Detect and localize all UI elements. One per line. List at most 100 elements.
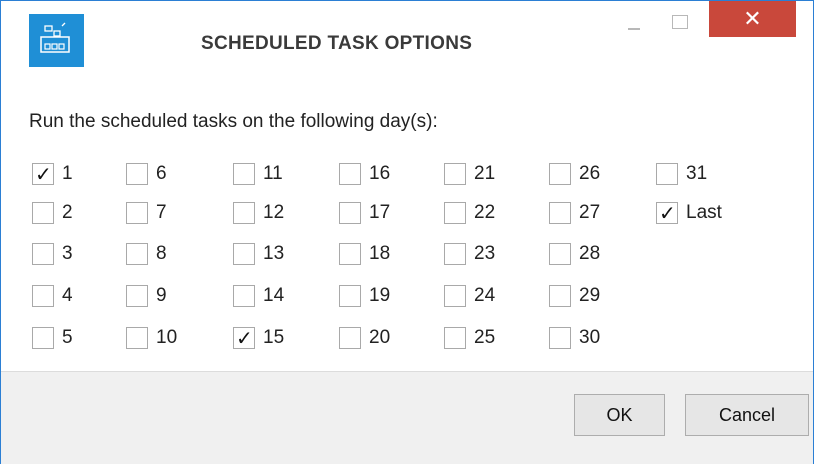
checkbox-box[interactable]: [233, 285, 255, 307]
day-label: 30: [579, 327, 601, 348]
day-label: 4: [62, 285, 73, 306]
maximize-icon: [672, 15, 688, 29]
day-label: 9: [156, 285, 167, 306]
day-label: 18: [369, 243, 391, 264]
day-checkbox-7[interactable]: 7: [126, 200, 167, 226]
day-label: 12: [263, 202, 285, 223]
checkbox-box[interactable]: [549, 285, 571, 307]
minimize-button[interactable]: [617, 1, 649, 37]
day-checkbox-27[interactable]: 27: [549, 200, 600, 226]
day-checkbox-14[interactable]: 14: [233, 283, 284, 309]
day-label: 21: [474, 163, 496, 184]
checkbox-box[interactable]: [233, 163, 255, 185]
checkbox-box[interactable]: [444, 285, 466, 307]
title-bar: SCHEDULED TASK OPTIONS ✕: [1, 1, 813, 91]
day-checkbox-10[interactable]: 10: [126, 325, 177, 351]
cancel-button[interactable]: Cancel: [685, 394, 809, 436]
day-label: 25: [474, 327, 496, 348]
day-checkbox-23[interactable]: 23: [444, 241, 495, 267]
day-checkbox-11[interactable]: 11: [233, 161, 283, 187]
checkbox-box[interactable]: [126, 202, 148, 224]
checkbox-box[interactable]: [444, 243, 466, 265]
dialog-title: SCHEDULED TASK OPTIONS: [201, 33, 473, 54]
close-button[interactable]: ✕: [709, 1, 796, 37]
day-label: 28: [579, 243, 601, 264]
day-label: Last: [686, 202, 722, 223]
day-label: 20: [369, 327, 391, 348]
checkbox-box[interactable]: [32, 327, 54, 349]
day-checkbox-21[interactable]: 21: [444, 161, 495, 187]
day-checkbox-29[interactable]: 29: [549, 283, 600, 309]
day-checkbox-5[interactable]: 5: [32, 325, 73, 351]
day-checkbox-25[interactable]: 25: [444, 325, 495, 351]
checkmark-icon: ✓: [35, 162, 52, 186]
day-checkbox-28[interactable]: 28: [549, 241, 600, 267]
day-checkbox-16[interactable]: 16: [339, 161, 390, 187]
day-label: 1: [62, 163, 73, 184]
day-checkbox-4[interactable]: 4: [32, 283, 73, 309]
button-bar: OK Cancel: [1, 371, 813, 464]
maximize-button[interactable]: [665, 1, 695, 37]
checkbox-box[interactable]: [339, 327, 361, 349]
instruction-label: Run the scheduled tasks on the following…: [29, 111, 438, 132]
day-checkbox-8[interactable]: 8: [126, 241, 167, 267]
checkbox-box[interactable]: [233, 243, 255, 265]
calendar-grid-icon: [29, 14, 84, 67]
day-checkbox-24[interactable]: 24: [444, 283, 495, 309]
checkbox-box[interactable]: [549, 202, 571, 224]
day-checkbox-17[interactable]: 17: [339, 200, 390, 226]
checkbox-box[interactable]: [444, 163, 466, 185]
checkbox-box[interactable]: ✓: [233, 326, 255, 350]
day-label: 11: [263, 163, 283, 184]
day-checkbox-2[interactable]: 2: [32, 200, 73, 226]
checkbox-box[interactable]: [549, 243, 571, 265]
checkbox-box[interactable]: [339, 202, 361, 224]
day-label: 2: [62, 202, 73, 223]
checkbox-box[interactable]: [549, 163, 571, 185]
day-label: 15: [263, 327, 285, 348]
ok-button[interactable]: OK: [574, 394, 665, 436]
minimize-icon: [628, 28, 640, 30]
checkmark-icon: ✓: [236, 326, 253, 350]
checkbox-box[interactable]: [656, 163, 678, 185]
dialog-window: SCHEDULED TASK OPTIONS ✕ Run the schedul…: [0, 0, 814, 464]
checkbox-box[interactable]: [444, 202, 466, 224]
day-checkbox-15[interactable]: ✓ 15: [233, 325, 284, 351]
checkbox-box[interactable]: [233, 202, 255, 224]
day-checkbox-6[interactable]: 6: [126, 161, 167, 187]
day-label: 6: [156, 163, 167, 184]
checkbox-box[interactable]: ✓: [656, 201, 678, 225]
day-label: 27: [579, 202, 601, 223]
checkbox-box[interactable]: [444, 327, 466, 349]
checkbox-box[interactable]: ✓: [32, 162, 54, 186]
checkbox-box[interactable]: [339, 285, 361, 307]
day-checkbox-31[interactable]: 31: [656, 161, 707, 187]
day-label: 13: [263, 243, 285, 264]
day-checkbox-12[interactable]: 12: [233, 200, 284, 226]
day-checkbox-3[interactable]: 3: [32, 241, 73, 267]
checkbox-box[interactable]: [32, 243, 54, 265]
checkbox-box[interactable]: [339, 243, 361, 265]
checkbox-box[interactable]: [32, 285, 54, 307]
checkbox-box[interactable]: [126, 163, 148, 185]
day-checkbox-22[interactable]: 22: [444, 200, 495, 226]
day-label: 29: [579, 285, 601, 306]
day-checkbox-30[interactable]: 30: [549, 325, 600, 351]
day-label: 26: [579, 163, 601, 184]
checkbox-box[interactable]: [126, 327, 148, 349]
day-label: 22: [474, 202, 496, 223]
day-checkbox-26[interactable]: 26: [549, 161, 600, 187]
day-checkbox-last[interactable]: ✓ Last: [656, 200, 722, 226]
checkbox-box[interactable]: [126, 285, 148, 307]
checkbox-box[interactable]: [32, 202, 54, 224]
day-label: 7: [156, 202, 167, 223]
day-checkbox-13[interactable]: 13: [233, 241, 284, 267]
day-checkbox-9[interactable]: 9: [126, 283, 167, 309]
checkbox-box[interactable]: [126, 243, 148, 265]
day-checkbox-20[interactable]: 20: [339, 325, 390, 351]
checkbox-box[interactable]: [339, 163, 361, 185]
day-checkbox-19[interactable]: 19: [339, 283, 390, 309]
day-checkbox-1[interactable]: ✓ 1: [32, 161, 73, 187]
checkbox-box[interactable]: [549, 327, 571, 349]
day-checkbox-18[interactable]: 18: [339, 241, 390, 267]
